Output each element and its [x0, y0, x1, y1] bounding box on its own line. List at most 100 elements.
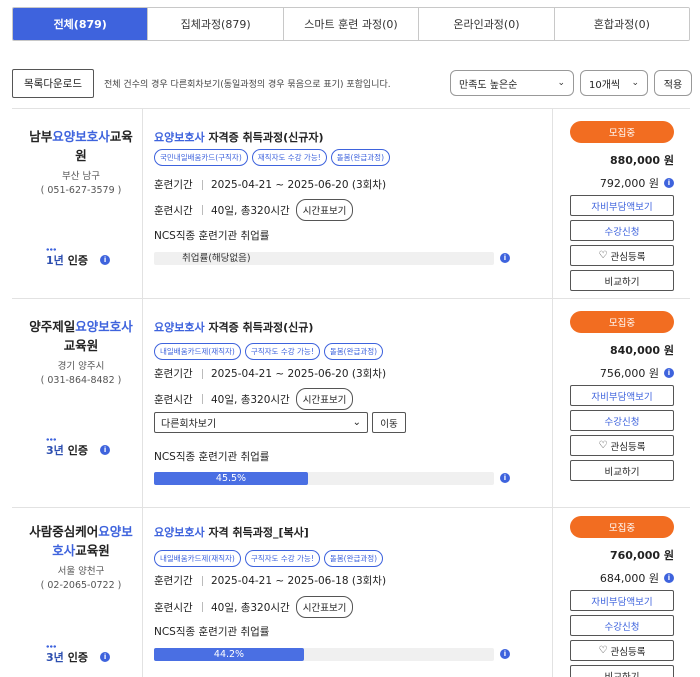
favorite-button[interactable]: ♡ 관심등록 — [570, 435, 674, 456]
favorite-button[interactable]: ♡ 관심등록 — [570, 245, 674, 266]
course-card: 사람중심케어요양보호사교육원 서울 양천구 ( 02-2065-0722 ) 3… — [12, 508, 690, 677]
original-price: 840,000 원 — [609, 344, 674, 357]
heart-icon: ♡ — [598, 645, 608, 656]
badge: 돌봄(완급과정) — [323, 550, 384, 567]
self-pay-button[interactable]: 자비부담액보기 — [570, 590, 674, 611]
divider — [552, 109, 553, 298]
training-hours: 훈련시간 40일, 총320시간 시간표보기 — [154, 199, 354, 221]
apply-course-button[interactable]: 수강신청 — [570, 220, 674, 241]
badge: 돌봄(완급과정) — [330, 149, 391, 166]
institution-region: 부산 남구 — [62, 171, 100, 182]
move-button[interactable]: 이동 — [372, 412, 406, 433]
info-icon[interactable]: i — [500, 473, 510, 483]
list-toolbar: 목록다운로드 전체 건수의 경우 다른회차보기(동일과정의 경우 묶음으로 표기… — [12, 69, 692, 99]
timetable-button[interactable]: 시간표보기 — [295, 388, 354, 410]
training-hours: 훈련시간 40일, 총320시간 시간표보기 — [154, 388, 354, 410]
info-icon[interactable]: i — [664, 178, 674, 188]
tab-online[interactable]: 온라인과정(0) — [418, 8, 554, 40]
apply-course-button[interactable]: 수강신청 — [570, 410, 674, 431]
training-period: 훈련기간 2025-04-21 ~ 2025-06-20 (3회차) — [154, 368, 387, 380]
employment-rate-bar: 취업률(해당없음) — [154, 252, 494, 265]
certification-label: 인증 — [67, 651, 89, 664]
divider — [142, 508, 143, 677]
certification-years: 3년 — [46, 438, 64, 457]
institution-info: 양주제일요양보호사 교육원 경기 양주시 ( 031-864-8482 ) — [26, 317, 136, 386]
tab-all[interactable]: 전체(879) — [13, 8, 148, 40]
course-card: 남부요양보호사교육원 부산 남구 ( 051-627-3579 ) 1년 인증 … — [12, 109, 690, 298]
employment-rate-bar: 44.2% — [154, 648, 494, 661]
course-badges: 내일배움카드제(재직자) 구직자도 수강 가능! 돌봄(완급과정) — [154, 550, 384, 567]
chevron-down-icon: ⌄ — [631, 78, 639, 88]
page-size-select[interactable]: 10개씩 ⌄ — [580, 70, 648, 96]
session-select-value: 다른회차보기 — [161, 419, 217, 430]
course-title[interactable]: 요양보호사 자격 취득과정_[복사] — [154, 524, 309, 540]
status-badge: 모집중 — [570, 516, 674, 538]
institution-name[interactable]: 사람중심케어요양보호사교육원 — [26, 522, 136, 560]
institution-phone: ( 02-2065-0722 ) — [40, 580, 122, 591]
chevron-down-icon: ⌄ — [557, 78, 565, 88]
badge: 돌봄(완급과정) — [323, 343, 384, 360]
tab-classroom[interactable]: 집체과정(879) — [147, 8, 283, 40]
badge: 내일배움카드제(재직자) — [154, 550, 241, 567]
page-size-value: 10개씩 — [589, 79, 621, 91]
info-icon[interactable]: i — [100, 445, 111, 455]
institution-name[interactable]: 남부요양보호사교육원 — [26, 127, 136, 165]
divider — [552, 508, 553, 677]
info-icon[interactable]: i — [664, 368, 674, 378]
institution-region: 경기 양주시 — [57, 361, 105, 372]
course-card: 양주제일요양보호사 교육원 경기 양주시 ( 031-864-8482 ) 3년 … — [12, 299, 690, 507]
sort-select-value: 만족도 높은순 — [459, 79, 518, 91]
course-title[interactable]: 요양보호사 자격증 취득과정(신규) — [154, 319, 313, 335]
discount-price: 684,000 원i — [570, 570, 674, 586]
info-icon[interactable]: i — [500, 253, 510, 263]
original-price: 760,000 원 — [609, 549, 674, 562]
course-actions: 모집중 880,000 원 792,000 원i 자비부담액보기 수강신청 ♡ 관… — [570, 121, 674, 291]
timetable-button[interactable]: 시간표보기 — [295, 199, 354, 221]
institution-phone: ( 051-627-3579 ) — [40, 185, 122, 196]
training-period: 훈련기간 2025-04-21 ~ 2025-06-18 (3회차) — [154, 575, 387, 587]
session-select[interactable]: 다른회차보기 ⌄ — [154, 412, 368, 433]
self-pay-button[interactable]: 자비부담액보기 — [570, 385, 674, 406]
tab-smart[interactable]: 스마트 훈련 과정(0) — [282, 8, 419, 40]
info-icon[interactable]: i — [100, 255, 111, 265]
course-badges: 내일배움카드제(재직자) 구직자도 수강 가능! 돌봄(완급과정) — [154, 343, 384, 360]
original-price: 880,000 원 — [609, 154, 674, 167]
employment-rate-bar: 45.5% — [154, 472, 494, 485]
heart-icon: ♡ — [598, 250, 608, 261]
sort-select[interactable]: 만족도 높은순 ⌄ — [450, 70, 574, 96]
favorite-button[interactable]: ♡ 관심등록 — [570, 640, 674, 661]
badge: 구직자도 수강 가능! — [244, 550, 320, 567]
institution-name[interactable]: 양주제일요양보호사 교육원 — [26, 317, 136, 355]
badge: 구직자도 수강 가능! — [244, 343, 320, 360]
course-title[interactable]: 요양보호사 자격증 취득과정(신규자) — [154, 129, 324, 145]
divider — [142, 109, 143, 298]
training-hours: 훈련시간 40일, 총320시간 시간표보기 — [154, 596, 354, 618]
timetable-button[interactable]: 시간표보기 — [295, 596, 354, 618]
certification-badge: 1년 인증 i — [46, 248, 111, 268]
certification-badge: 3년 인증 i — [46, 438, 111, 458]
ncs-employment-label: NCS직종 훈련기관 취업률 — [154, 451, 270, 463]
employment-rate-text: 44.2% — [213, 649, 245, 660]
certification-label: 인증 — [67, 444, 89, 457]
info-icon[interactable]: i — [664, 573, 674, 583]
compare-button[interactable]: 비교하기 — [570, 460, 674, 481]
self-pay-button[interactable]: 자비부담액보기 — [570, 195, 674, 216]
certification-years: 3년 — [46, 645, 64, 664]
compare-button[interactable]: 비교하기 — [570, 665, 674, 677]
institution-info: 남부요양보호사교육원 부산 남구 ( 051-627-3579 ) — [26, 127, 136, 196]
count-notice: 전체 건수의 경우 다른회차보기(동일과정의 경우 묶음으로 표기) 포함입니다… — [104, 80, 391, 90]
heart-icon: ♡ — [598, 440, 608, 451]
certification-years: 1년 — [46, 248, 64, 267]
divider — [142, 299, 143, 507]
info-icon[interactable]: i — [500, 649, 510, 659]
badge: 재직자도 수강 가능! — [251, 149, 327, 166]
employment-rate-text: 취업률(해당없음) — [182, 253, 251, 264]
course-actions: 모집중 760,000 원 684,000 원i 자비부담액보기 수강신청 ♡ 관… — [570, 516, 674, 677]
course-badges: 국민내일배움카드(구직자) 재직자도 수강 가능! 돌봄(완급과정) — [154, 149, 391, 166]
tab-blended[interactable]: 혼합과정(0) — [553, 8, 689, 40]
download-list-button[interactable]: 목록다운로드 — [12, 69, 94, 98]
compare-button[interactable]: 비교하기 — [570, 270, 674, 291]
apply-button[interactable]: 적용 — [654, 70, 692, 96]
apply-course-button[interactable]: 수강신청 — [570, 615, 674, 636]
info-icon[interactable]: i — [100, 652, 111, 662]
